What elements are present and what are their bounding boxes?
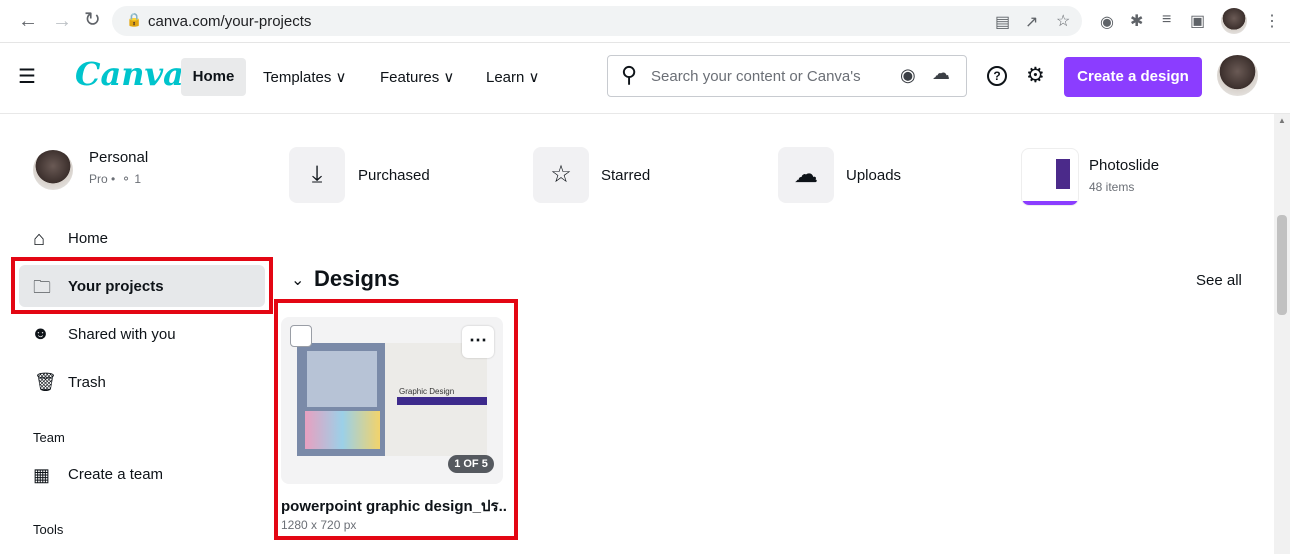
folder-thumb-figure [1056, 159, 1070, 189]
highlight-design-card [274, 299, 518, 540]
account-plan: Pro • ⚬ 1 [89, 172, 142, 186]
translate-icon[interactable]: ▤ [995, 12, 1010, 32]
trash-icon: 🗑 [34, 372, 57, 392]
share-icon[interactable]: ↗ [1025, 12, 1038, 32]
reading-list-icon[interactable]: ≡ [1162, 11, 1171, 29]
star-icon[interactable]: ☆ [533, 147, 589, 203]
shared-users-icon: ☻ [31, 323, 50, 343]
search-icon: ⚲ [621, 62, 638, 87]
search-input[interactable]: Search your content or Canva's [651, 68, 861, 85]
team-heading: Team [33, 430, 65, 445]
bookmark-star-icon[interactable]: ☆ [1056, 11, 1070, 31]
camera-extension-icon[interactable]: ◉ [1100, 12, 1114, 32]
browser-menu-icon[interactable]: ⋮ [1264, 11, 1280, 31]
scroll-up-arrow-icon[interactable]: ▲ [1278, 116, 1286, 125]
back-icon[interactable]: ← [18, 11, 38, 31]
lock-icon: 🔒 [126, 12, 143, 27]
user-avatar[interactable] [1217, 55, 1258, 96]
settings-gear-icon[interactable]: ⚙ [1026, 63, 1045, 88]
sidebar-item-trash[interactable]: Trash [68, 374, 106, 391]
camera-search-icon[interactable]: ◉ [900, 65, 916, 86]
nav-features[interactable]: Features ∨ [380, 68, 454, 86]
sidebar-item-home[interactable]: Home [68, 230, 108, 247]
chevron-down-icon[interactable]: ⌄ [291, 270, 304, 290]
tools-heading: Tools [33, 522, 64, 537]
quick-link-uploads[interactable]: Uploads [846, 167, 901, 184]
extensions-icon[interactable]: ✱ [1130, 11, 1143, 31]
forward-icon[interactable]: → [52, 11, 72, 31]
page-scrollbar-thumb[interactable] [1277, 215, 1287, 315]
see-all-link[interactable]: See all [1196, 272, 1242, 289]
page-scrollbar-track[interactable] [1274, 114, 1290, 554]
account-avatar[interactable] [33, 150, 73, 190]
cloud-upload-icon[interactable]: ☁ [778, 147, 834, 203]
quick-link-purchased[interactable]: Purchased [358, 167, 430, 184]
home-icon[interactable]: ⌂ [33, 228, 45, 251]
folder-thumbnail[interactable] [1021, 148, 1079, 206]
folder-count: 48 items [1089, 180, 1135, 194]
nav-home[interactable]: Home [181, 58, 246, 96]
quick-link-starred[interactable]: Starred [601, 167, 650, 184]
folder-name[interactable]: Photoslide [1089, 157, 1159, 174]
browser-profile-avatar[interactable] [1221, 8, 1247, 34]
nav-learn[interactable]: Learn ∨ [486, 68, 540, 86]
nav-templates[interactable]: Templates ∨ [263, 68, 347, 86]
url-text[interactable]: canva.com/your-projects [148, 13, 311, 30]
upload-search-icon[interactable]: ☁ [932, 63, 950, 84]
designs-heading: Designs [314, 266, 400, 291]
sidebar-item-shared[interactable]: Shared with you [68, 326, 176, 343]
canva-logo[interactable]: Canva [75, 55, 184, 93]
account-name[interactable]: Personal [89, 149, 148, 166]
help-icon[interactable]: ? [987, 66, 1007, 86]
download-icon[interactable]: ⤓ [289, 147, 345, 203]
folder-thumb-stripe [1022, 201, 1078, 205]
hamburger-menu-icon[interactable]: ☰ [18, 64, 36, 89]
reload-icon[interactable]: ↻ [84, 10, 101, 30]
building-icon: ▦ [33, 465, 51, 485]
highlight-your-projects [11, 257, 273, 314]
create-team-link[interactable]: Create a team [68, 466, 163, 483]
create-design-button[interactable]: Create a design [1064, 57, 1202, 97]
side-panel-icon[interactable]: ▣ [1190, 11, 1205, 31]
